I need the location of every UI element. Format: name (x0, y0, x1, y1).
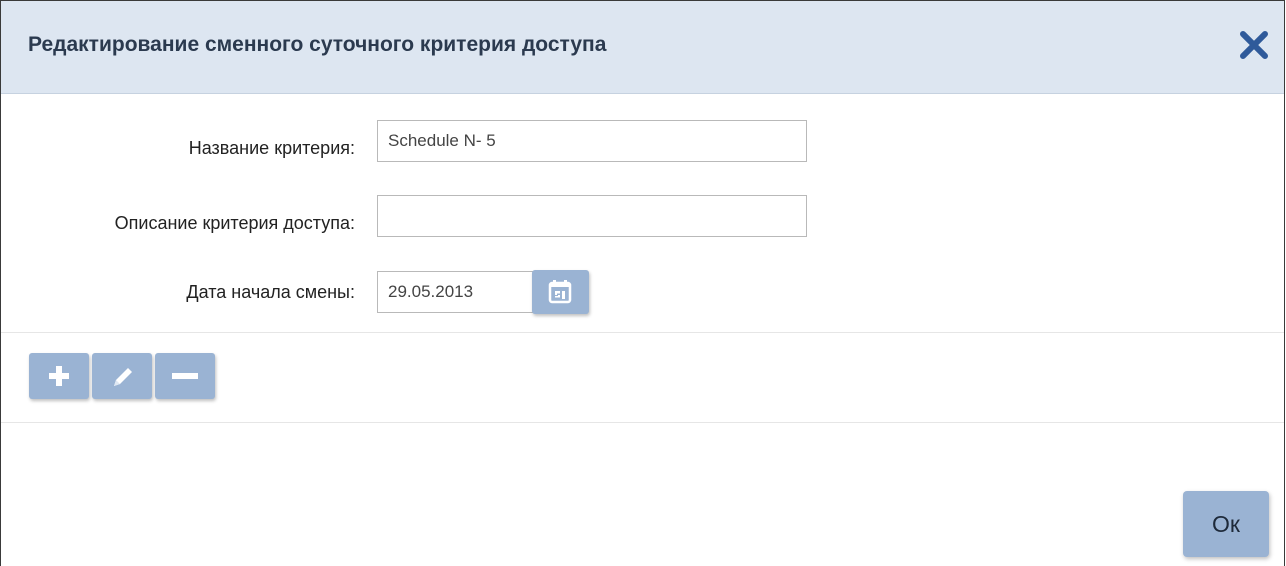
edit-criterion-dialog: Редактирование сменного суточного критер… (0, 0, 1285, 566)
shift-start-date-input[interactable] (377, 271, 534, 313)
calendar-icon (548, 280, 572, 304)
remove-button[interactable] (155, 353, 215, 399)
dialog-title: Редактирование сменного суточного критер… (28, 33, 607, 56)
calendar-button[interactable] (532, 270, 589, 314)
close-button[interactable] (1238, 29, 1270, 61)
close-icon (1240, 31, 1268, 59)
shift-start-date-label: Дата начала смены: (186, 282, 355, 302)
pencil-icon (114, 368, 132, 386)
dialog-header: Редактирование сменного суточного критер… (1, 1, 1284, 94)
criterion-description-input[interactable] (377, 195, 807, 237)
divider-bottom (1, 422, 1284, 423)
ok-button[interactable]: Ок (1183, 491, 1269, 557)
criterion-name-label: Название критерия: (188, 138, 355, 158)
edit-button[interactable] (92, 353, 152, 399)
criterion-description-label: Описание критерия доступа: (114, 213, 355, 233)
plus-icon (49, 366, 69, 386)
minus-icon (172, 373, 198, 379)
add-button[interactable] (29, 353, 89, 399)
divider-top (1, 332, 1284, 333)
criterion-name-input[interactable] (377, 120, 807, 162)
